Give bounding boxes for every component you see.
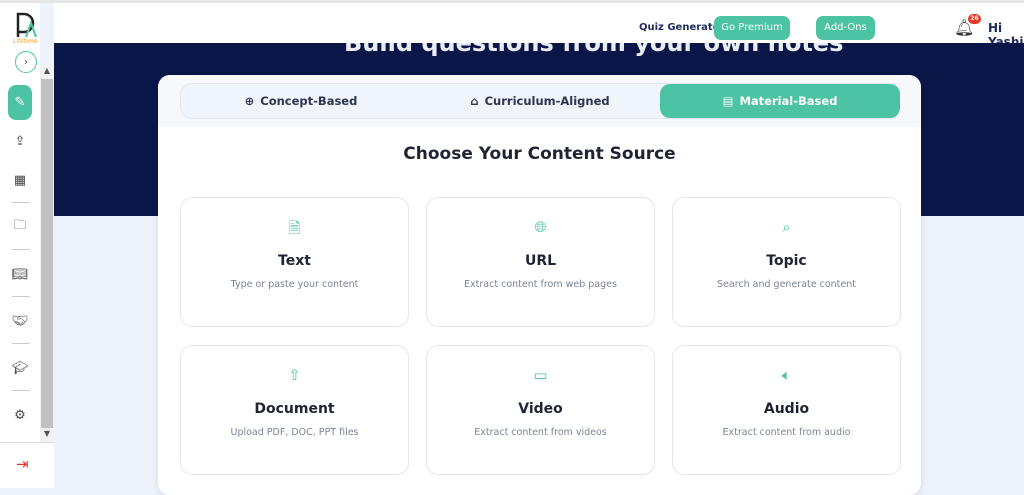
gear-icon[interactable]: ⚙ bbox=[8, 403, 32, 427]
source-card-video[interactable]: ▭ Video Extract content from videos bbox=[426, 345, 655, 475]
go-premium-button[interactable]: Go Premium bbox=[714, 16, 790, 40]
search-icon: ⌕ bbox=[782, 218, 791, 236]
source-card-url[interactable]: 🌐︎ URL Extract content from web pages bbox=[426, 197, 655, 327]
brain-icon: ⊕ bbox=[244, 94, 255, 108]
logout-icon[interactable]: ⇥ bbox=[16, 455, 29, 473]
scroll-down-icon[interactable]: ▼ bbox=[40, 429, 54, 441]
tab-label: Material-Based bbox=[739, 94, 838, 108]
document-icon: ▤ bbox=[722, 94, 734, 108]
mode-tabs: ⊕ Concept-Based ⌂ Curriculum-Aligned ▤ Mate… bbox=[180, 83, 900, 119]
scrollbar-thumb[interactable] bbox=[41, 79, 53, 428]
scroll-up-icon[interactable]: ▲ bbox=[40, 66, 54, 78]
source-card-text[interactable]: 🗎︎ Text Type or paste your content bbox=[180, 197, 409, 327]
banner-title: Build questions from your own notes bbox=[344, 43, 844, 57]
book-icon[interactable]: 📖︎ bbox=[8, 262, 32, 286]
source-card-document[interactable]: ⇧ Document Upload PDF, DOC, PPT files bbox=[180, 345, 409, 475]
tab-material-based[interactable]: ▤ Material-Based bbox=[660, 84, 900, 118]
add-ons-button[interactable]: Add-Ons bbox=[816, 16, 875, 40]
source-description: Extract content from videos bbox=[474, 427, 607, 438]
divider bbox=[12, 390, 30, 391]
speaker-icon: 🔈︎ bbox=[781, 366, 791, 384]
logo-text: Lifetime bbox=[13, 38, 38, 45]
divider bbox=[12, 343, 30, 344]
tab-label: Concept-Based bbox=[260, 94, 358, 108]
graduation-cap-icon[interactable]: 🎓︎ bbox=[8, 356, 32, 380]
handshake-icon[interactable]: 🤝︎ bbox=[8, 309, 32, 333]
top-header: Quiz Generated: 26 Go Premium Add-Ons 🔔︎… bbox=[54, 3, 1024, 49]
notification-badge: 26 bbox=[968, 14, 981, 24]
tab-label: Curriculum-Aligned bbox=[484, 94, 610, 108]
source-title: Text bbox=[278, 253, 311, 269]
source-card-audio[interactable]: 🔈︎ Audio Extract content from audio bbox=[672, 345, 901, 475]
source-title: Topic bbox=[766, 253, 807, 269]
source-title: Document bbox=[254, 401, 335, 417]
source-title: URL bbox=[524, 253, 557, 269]
globe-icon: 🌐︎ bbox=[534, 218, 547, 236]
source-description: Extract content from audio bbox=[722, 427, 851, 438]
source-description: Type or paste your content bbox=[230, 279, 359, 290]
divider bbox=[12, 249, 30, 250]
source-description: Upload PDF, DOC, PPT files bbox=[230, 427, 359, 438]
folder-icon[interactable]: 🗀︎ bbox=[8, 215, 32, 239]
section-title: Choose Your Content Source bbox=[403, 144, 676, 164]
upload-icon[interactable]: ⇪ bbox=[8, 129, 32, 153]
content-card: ⊕ Concept-Based ⌂ Curriculum-Aligned ▤ Mate… bbox=[158, 75, 921, 495]
school-icon: ⌂ bbox=[470, 94, 479, 108]
video-icon: ▭ bbox=[533, 366, 548, 384]
logo bbox=[16, 12, 37, 38]
divider bbox=[12, 202, 30, 203]
sidebar-footer: ⇥ bbox=[0, 442, 54, 488]
sidebar: Lifetime › ✎ ⇪ ▦ 🗀︎ 📖︎ 🤝︎ 🎓︎ ⚙ bbox=[0, 3, 40, 488]
divider bbox=[12, 296, 30, 297]
tab-curriculum-aligned[interactable]: ⌂ Curriculum-Aligned bbox=[421, 84, 659, 118]
expand-sidebar-button[interactable]: › bbox=[15, 51, 37, 73]
source-title: Audio bbox=[763, 401, 810, 417]
source-description: Search and generate content bbox=[717, 279, 856, 290]
pencil-icon[interactable]: ✎ bbox=[8, 85, 32, 120]
source-title: Video bbox=[518, 401, 563, 417]
source-card-topic[interactable]: ⌕ Topic Search and generate content bbox=[672, 197, 901, 327]
file-upload-icon: ⇧ bbox=[288, 366, 301, 384]
tab-concept-based[interactable]: ⊕ Concept-Based bbox=[181, 84, 421, 118]
source-description: Extract content from web pages bbox=[464, 279, 617, 290]
sidebar-scrollbar[interactable]: ▲ ▼ bbox=[40, 65, 54, 442]
file-text-icon: 🗎︎ bbox=[288, 219, 301, 237]
grid-icon[interactable]: ▦ bbox=[8, 168, 32, 192]
